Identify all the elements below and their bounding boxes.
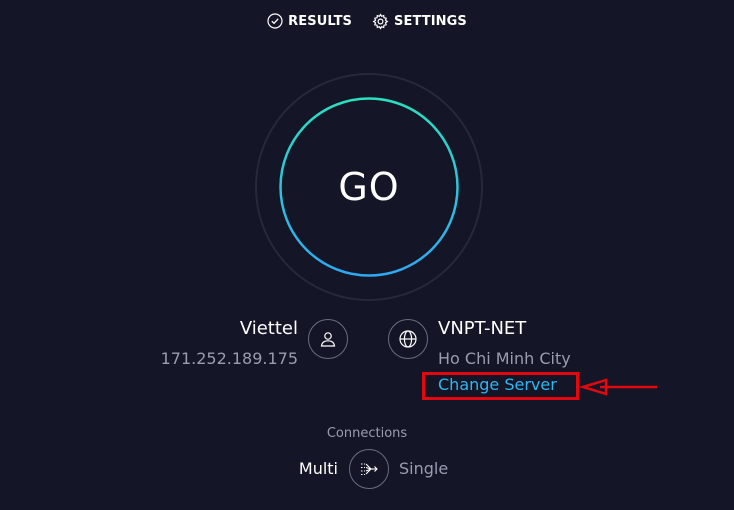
- globe-icon: [388, 319, 428, 359]
- go-button[interactable]: GO: [281, 99, 457, 275]
- server-location: Ho Chi Minh City: [438, 349, 571, 368]
- gear-icon: [372, 12, 389, 30]
- settings-label: SETTINGS: [394, 13, 467, 29]
- connections-toggle-icon[interactable]: [349, 449, 389, 489]
- provider-ip: 171.252.189.175: [160, 349, 298, 368]
- annotation-arrow-icon: [580, 378, 657, 396]
- server-name: VNPT-NET: [438, 318, 527, 339]
- user-icon: [308, 319, 348, 359]
- results-nav-link[interactable]: RESULTS: [267, 13, 352, 29]
- speedtest-page: RESULTS SETTINGS GO Viettel 171.252.189.…: [0, 0, 734, 510]
- connections-multi-option[interactable]: Multi: [299, 459, 338, 478]
- connections-single-option[interactable]: Single: [399, 459, 448, 478]
- annotation-highlight-box: [422, 372, 579, 400]
- check-circle-icon: [267, 13, 283, 29]
- connections-label: Connections: [326, 426, 408, 441]
- provider-name: Viettel: [239, 318, 298, 339]
- top-nav: RESULTS SETTINGS: [0, 11, 734, 31]
- settings-nav-link[interactable]: SETTINGS: [372, 12, 467, 30]
- results-label: RESULTS: [288, 13, 353, 29]
